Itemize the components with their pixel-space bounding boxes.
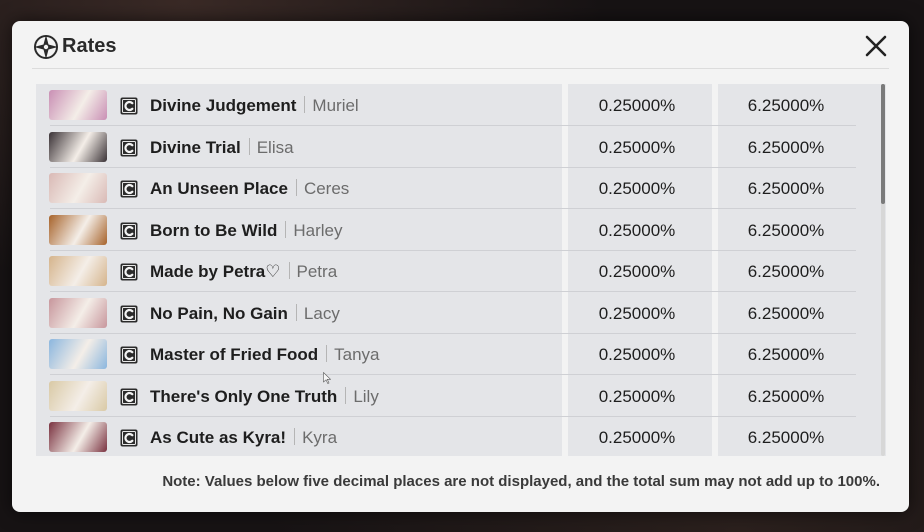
name-separator <box>326 345 328 362</box>
character-thumbnail <box>49 339 107 369</box>
item-name: There's Only One Truth <box>150 386 338 406</box>
rate-value: 0.25000% <box>598 220 676 240</box>
item-name-cell: Master of Fried Food Tanya <box>150 345 380 365</box>
cumulative-rate-value: 6.25000% <box>747 345 825 364</box>
rate-value: 0.25000% <box>598 96 676 115</box>
compass-star-icon <box>34 35 58 59</box>
mouse-cursor-icon <box>323 372 331 384</box>
item-name: No Pain, No Gain <box>150 303 288 323</box>
character-name: Elisa <box>256 137 294 157</box>
character-name: Petra <box>296 262 338 281</box>
character-name: Lily <box>353 386 379 406</box>
item-name-cell: Divine Trial Elisa <box>150 137 294 158</box>
item-name: An Unseen Place <box>150 179 288 198</box>
item-name-cell: Divine Judgement Muriel <box>150 96 359 116</box>
character-thumbnail <box>49 131 107 162</box>
cumulative-rate-value: 6.25000% <box>747 220 825 240</box>
rate-value: 0.25000% <box>598 345 676 364</box>
c-badge-icon <box>120 305 138 322</box>
cumulative-rate-value: 6.25000% <box>747 262 825 281</box>
character-thumbnail <box>49 297 107 328</box>
rate-row: An Unseen Place Ceres 0.25000% 6.25000% <box>36 168 886 209</box>
item-name-cell: Born to Be Wild Harley <box>150 220 343 241</box>
rate-row: There's Only One Truth Lily 0.25000% 6.25… <box>36 376 886 417</box>
rate-row: Divine Trial Elisa 0.25000% 6.25000% <box>36 127 886 168</box>
name-separator <box>304 96 306 113</box>
name-separator <box>294 428 296 445</box>
name-separator <box>295 303 297 321</box>
item-name: Master of Fried Food <box>150 345 319 364</box>
c-badge-icon <box>120 222 138 239</box>
cumulative-rate-value: 6.25000% <box>747 386 825 406</box>
rate-value: 0.25000% <box>598 262 676 281</box>
item-name-cell: No Pain, No Gain Lacy <box>150 303 340 324</box>
character-thumbnail <box>49 380 107 411</box>
name-separator <box>345 386 347 404</box>
rate-row: No Pain, No Gain Lacy 0.25000% 6.25000% <box>36 293 886 334</box>
rate-row: Master of Fried Food Tanya 0.25000% 6.250… <box>36 334 886 375</box>
rate-row: Divine Judgement Muriel 0.25000% 6.25000% <box>36 85 886 126</box>
name-separator <box>295 179 297 196</box>
item-name-cell: Made by Petra♡ Petra <box>150 262 337 282</box>
rate-value: 0.25000% <box>598 179 676 198</box>
item-name-cell: There's Only One Truth Lily <box>150 386 379 407</box>
c-badge-icon <box>120 180 138 198</box>
character-name: Lacy <box>303 303 340 323</box>
rates-table: Divine Judgement Muriel 0.25000% 6.25000%… <box>36 84 886 456</box>
character-thumbnail <box>49 214 107 245</box>
cumulative-rate-value: 6.25000% <box>747 137 825 157</box>
cumulative-rate-value: 6.25000% <box>747 96 825 115</box>
item-name: Divine Judgement <box>150 96 297 115</box>
cumulative-rate-value: 6.25000% <box>747 179 825 198</box>
rate-row: Born to Be Wild Harley 0.25000% 6.25000% <box>36 210 886 251</box>
rate-row: Made by Petra♡ Petra 0.25000% 6.25000% <box>36 251 886 292</box>
item-name: Divine Trial <box>150 137 241 157</box>
item-name-cell: As Cute as Kyra! Kyra <box>150 428 337 448</box>
c-badge-icon <box>120 139 138 156</box>
character-name: Kyra <box>302 428 338 447</box>
name-separator <box>288 262 290 279</box>
c-badge-icon <box>120 429 138 447</box>
dialog-title: Rates <box>62 35 117 57</box>
character-thumbnail <box>49 422 107 452</box>
rates-note: Note: Values below five decimal places a… <box>162 473 880 490</box>
character-name: Muriel <box>312 96 359 115</box>
item-name: As Cute as Kyra! <box>150 428 287 447</box>
item-name: Born to Be Wild <box>150 220 278 240</box>
rate-value: 0.25000% <box>598 386 676 406</box>
dialog-header: Rates <box>12 21 909 69</box>
c-badge-icon <box>120 97 138 115</box>
cumulative-rate-value: 6.25000% <box>747 303 825 323</box>
close-icon[interactable] <box>860 33 892 61</box>
rate-value: 0.25000% <box>598 428 676 447</box>
character-thumbnail <box>49 173 107 203</box>
character-name: Harley <box>293 220 343 240</box>
character-thumbnail <box>49 90 107 120</box>
character-name: Tanya <box>334 345 380 364</box>
character-name: Ceres <box>303 179 350 198</box>
item-name: Made by Petra♡ <box>150 262 281 281</box>
rate-value: 0.25000% <box>598 303 676 323</box>
c-badge-icon <box>120 346 138 364</box>
character-thumbnail <box>49 256 107 286</box>
scrollbar[interactable] <box>881 84 885 456</box>
name-separator <box>285 220 287 238</box>
scrollbar-thumb[interactable] <box>881 84 885 204</box>
name-separator <box>248 137 250 155</box>
rates-dialog: Rates Divine Judgement Muriel 0.25000% 6.… <box>12 21 909 512</box>
rate-row: As Cute as Kyra! Kyra 0.25000% 6.25000% <box>36 417 886 456</box>
c-badge-icon <box>120 263 138 281</box>
item-name-cell: An Unseen Place Ceres <box>150 179 349 199</box>
rate-value: 0.25000% <box>598 137 676 157</box>
cumulative-rate-value: 6.25000% <box>747 428 825 447</box>
header-divider <box>32 68 889 69</box>
c-badge-icon <box>120 388 138 405</box>
